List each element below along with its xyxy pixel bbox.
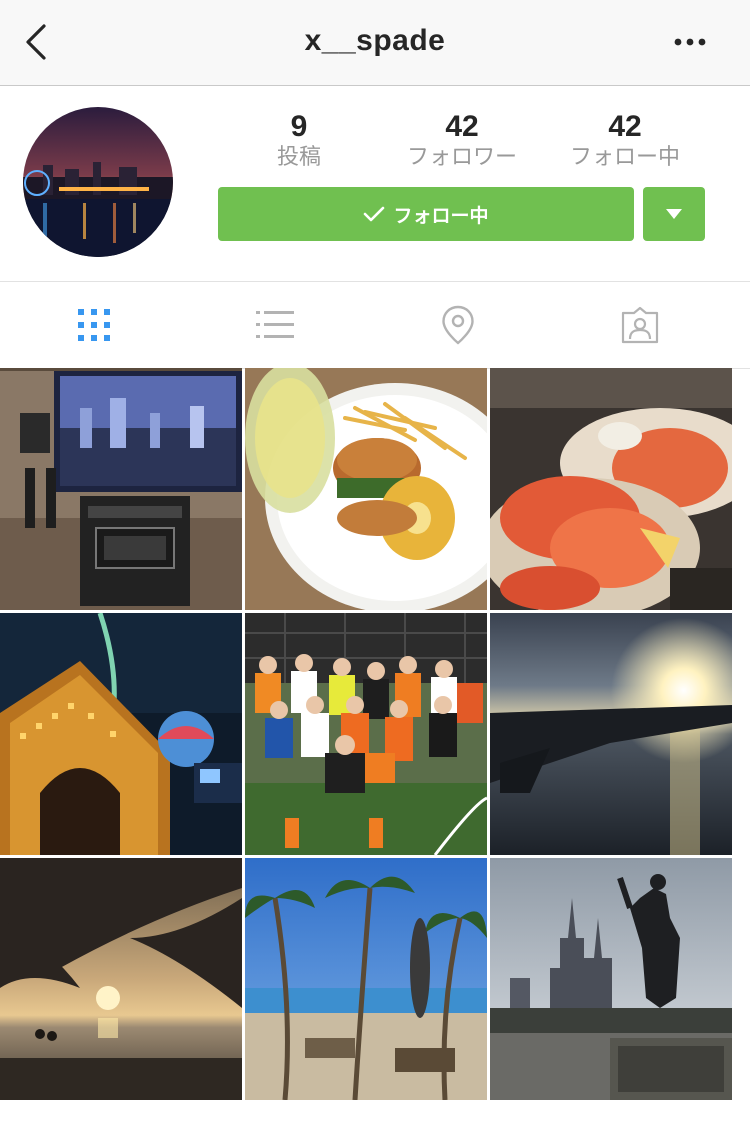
crab-dinner-image: [490, 368, 732, 610]
post-thumbnail[interactable]: [490, 613, 732, 855]
caret-down-icon: [666, 209, 682, 219]
futsal-team-photo-image: [245, 613, 487, 855]
page-title: x__spade: [304, 24, 446, 57]
posts-count: 9: [290, 110, 308, 143]
posts-stat: 9 投稿: [224, 110, 374, 170]
tagged-person-icon: [621, 306, 658, 344]
profile-header: 9 投稿 42 フォロワー 42 フォロー中 フォロー中: [0, 86, 750, 281]
checkmark-icon: [364, 206, 385, 222]
post-thumbnail[interactable]: [245, 858, 487, 1100]
tab-location[interactable]: [364, 282, 551, 368]
avatar-night-skyline-image: [23, 107, 173, 257]
view-tabs: [0, 281, 750, 369]
post-thumbnail[interactable]: [0, 368, 242, 610]
post-thumbnail[interactable]: [245, 368, 487, 610]
tab-tagged[interactable]: [546, 282, 733, 368]
following-button-label: フォロー中: [393, 205, 489, 227]
post-thumbnail[interactable]: [245, 613, 487, 855]
suggestions-dropdown-button[interactable]: [643, 187, 705, 241]
post-thumbnail[interactable]: [0, 858, 242, 1100]
list-icon: [255, 311, 294, 338]
castle-and-statue-image: [490, 858, 732, 1100]
following-stat[interactable]: 42 フォロー中: [550, 110, 700, 170]
followers-label: フォロワー: [406, 144, 517, 169]
more-dots-icon: [674, 38, 706, 46]
post-thumbnail[interactable]: [0, 613, 242, 855]
burger-with-pineapple-image: [245, 368, 487, 610]
tab-grid[interactable]: [0, 282, 187, 368]
karaoke-room-image: [0, 368, 242, 610]
more-options-button[interactable]: [670, 30, 710, 54]
followers-count: 42: [445, 110, 479, 143]
location-pin-icon: [441, 305, 474, 345]
avatar[interactable]: [23, 107, 173, 257]
beach-with-palm-trees-image: [245, 858, 487, 1100]
post-thumbnail[interactable]: [490, 858, 732, 1100]
followers-stat[interactable]: 42 フォロワー: [387, 110, 537, 170]
tab-list[interactable]: [181, 282, 368, 368]
following-label: フォロー中: [569, 144, 680, 169]
palm-tree-sunset-image: [0, 858, 242, 1100]
sunset-from-airplane-window-image: [490, 613, 732, 855]
top-navbar: x__spade: [0, 0, 750, 86]
grid-icon: [77, 309, 110, 341]
illuminated-arch-at-night-image: [0, 613, 242, 855]
following-button[interactable]: フォロー中: [218, 187, 634, 241]
post-thumbnail[interactable]: [490, 368, 732, 610]
following-count: 42: [608, 110, 642, 143]
posts-label: 投稿: [276, 144, 321, 169]
posts-grid: [0, 368, 750, 1100]
